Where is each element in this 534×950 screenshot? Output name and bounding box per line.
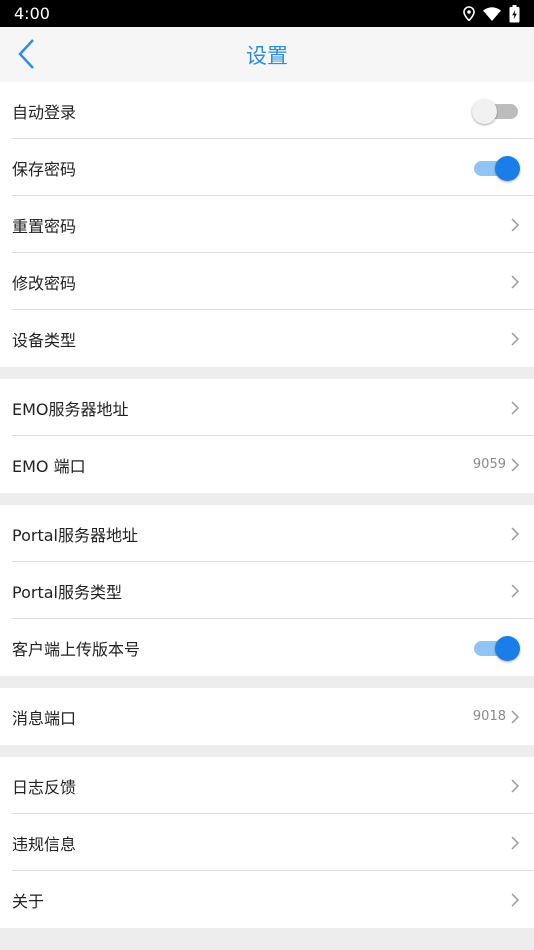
- title-bar: 设置: [0, 27, 534, 82]
- setting-control: [510, 583, 520, 599]
- setting-label: 日志反馈: [12, 777, 77, 797]
- group-separator: [0, 745, 534, 757]
- setting-row-change-password[interactable]: 修改密码: [0, 253, 534, 310]
- setting-label: 违规信息: [12, 834, 77, 854]
- setting-row-reset-password[interactable]: 重置密码: [0, 196, 534, 253]
- chevron-right-icon: [511, 331, 520, 346]
- setting-label: Portal服务器地址: [12, 525, 138, 545]
- setting-control: [472, 635, 520, 661]
- chevron-right-icon: [511, 835, 520, 850]
- setting-control: [510, 331, 520, 347]
- chevron-right-icon: [511, 217, 520, 232]
- chevron-right-icon: [511, 778, 520, 793]
- setting-label: 自动登录: [12, 102, 77, 122]
- setting-control: [472, 155, 520, 181]
- group-separator: [0, 928, 534, 940]
- wifi-icon: [483, 6, 501, 21]
- chevron-right-icon: [511, 274, 520, 289]
- group-separator: [0, 367, 534, 379]
- status-bar: 4:00: [0, 0, 534, 27]
- group-separator: [0, 676, 534, 688]
- setting-control: [510, 892, 520, 908]
- setting-label: 修改密码: [12, 273, 77, 293]
- chevron-right-icon: [511, 457, 520, 472]
- settings-list: 自动登录保存密码重置密码修改密码设备类型 EMO服务器地址 EMO 端口 9059 Po…: [0, 82, 534, 940]
- setting-control: [510, 526, 520, 542]
- upload-client-version-toggle[interactable]: [472, 635, 520, 661]
- setting-row-portal-server-address[interactable]: Portal服务器地址: [0, 505, 534, 562]
- setting-control: 9059: [473, 457, 520, 473]
- setting-control: [510, 274, 520, 290]
- toggle-knob: [495, 155, 520, 181]
- setting-row-portal-service-type[interactable]: Portal服务类型: [0, 562, 534, 619]
- setting-row-emo-server-address[interactable]: EMO服务器地址: [0, 379, 534, 436]
- setting-label: EMO服务器地址: [12, 399, 129, 419]
- status-time: 4:00: [14, 4, 50, 23]
- setting-label: 设备类型: [12, 330, 77, 350]
- toggle-knob: [472, 98, 497, 124]
- setting-label: 保存密码: [12, 159, 77, 179]
- setting-label: 重置密码: [12, 216, 77, 236]
- setting-row-emo-port[interactable]: EMO 端口 9059: [0, 436, 534, 493]
- page-title: 设置: [246, 43, 288, 68]
- chevron-right-icon: [511, 709, 520, 724]
- settings-group: 消息端口 9018: [0, 688, 534, 745]
- setting-row-log-feedback[interactable]: 日志反馈: [0, 757, 534, 814]
- location-icon: [463, 6, 475, 21]
- battery-icon: [509, 4, 520, 22]
- setting-control: [510, 835, 520, 851]
- settings-group: 自动登录保存密码重置密码修改密码设备类型: [0, 82, 534, 367]
- setting-row-save-password[interactable]: 保存密码: [0, 139, 534, 196]
- setting-row-violation-info[interactable]: 违规信息: [0, 814, 534, 871]
- setting-control: 9018: [473, 709, 520, 725]
- toggle-knob: [495, 635, 520, 661]
- setting-label: 消息端口: [12, 708, 77, 728]
- settings-group: 日志反馈违规信息关于: [0, 757, 534, 928]
- status-icons: [463, 4, 520, 23]
- setting-control: [472, 98, 520, 124]
- setting-control: [510, 778, 520, 794]
- setting-label: Portal服务类型: [12, 582, 122, 602]
- setting-control: [510, 217, 520, 233]
- setting-row-device-type[interactable]: 设备类型: [0, 310, 534, 367]
- save-password-toggle[interactable]: [472, 155, 520, 181]
- setting-label: EMO 端口: [12, 456, 86, 476]
- back-button[interactable]: [14, 35, 44, 73]
- setting-label: 关于: [12, 891, 45, 911]
- settings-group: Portal服务器地址 Portal服务类型 客户端上传版本号: [0, 505, 534, 676]
- setting-control: [510, 400, 520, 416]
- settings-group: EMO服务器地址 EMO 端口 9059: [0, 379, 534, 493]
- group-separator: [0, 493, 534, 505]
- setting-row-message-port[interactable]: 消息端口 9018: [0, 688, 534, 745]
- setting-label: 客户端上传版本号: [12, 639, 141, 659]
- chevron-right-icon: [511, 526, 520, 541]
- chevron-right-icon: [511, 400, 520, 415]
- auto-login-toggle[interactable]: [472, 98, 520, 124]
- setting-value: 9059: [472, 457, 506, 472]
- setting-row-upload-client-version[interactable]: 客户端上传版本号: [0, 619, 534, 676]
- chevron-right-icon: [511, 892, 520, 907]
- setting-value: 9018: [472, 709, 506, 724]
- chevron-right-icon: [511, 583, 520, 598]
- setting-row-auto-login[interactable]: 自动登录: [0, 82, 534, 139]
- chevron-left-icon: [18, 39, 34, 69]
- setting-row-about[interactable]: 关于: [0, 871, 534, 928]
